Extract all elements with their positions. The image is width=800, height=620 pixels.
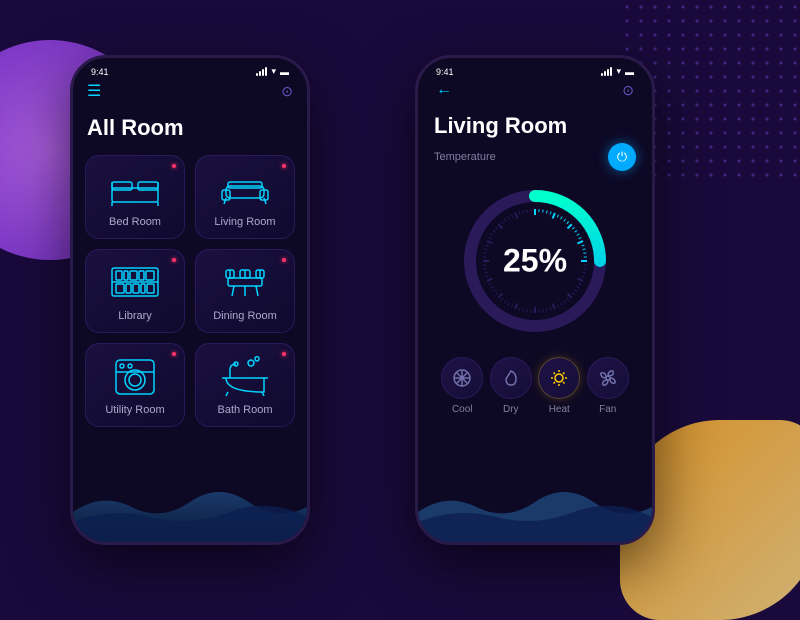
room-card-bedroom[interactable]: Bed Room xyxy=(85,155,185,239)
room-grid: Bed Room Living Room xyxy=(85,155,295,427)
status-icons-left: ▾ ▬ xyxy=(256,66,289,77)
status-icons-right: ▾ ▬ xyxy=(601,66,634,77)
battery-icon: ▬ xyxy=(280,67,289,77)
living-room-screen: ← ⊙ Living Room Temperature ⏻ xyxy=(418,81,652,415)
bathroom-label: Bath Room xyxy=(217,404,272,416)
control-heat[interactable]: Heat xyxy=(538,357,580,415)
heat-label: Heat xyxy=(549,404,570,415)
location-icon[interactable]: ⊙ xyxy=(281,83,293,100)
cool-button[interactable] xyxy=(441,357,483,399)
heat-button[interactable] xyxy=(538,357,580,399)
control-cool[interactable]: Cool xyxy=(441,357,483,415)
battery-icon-right: ▬ xyxy=(625,67,634,77)
bedroom-label: Bed Room xyxy=(109,216,161,228)
utilityroom-label: Utility Room xyxy=(105,404,164,416)
sofa-icon xyxy=(218,168,272,208)
washer-icon xyxy=(108,356,162,396)
control-fan[interactable]: Fan xyxy=(587,357,629,415)
cool-label: Cool xyxy=(452,404,473,415)
status-time-right: 9:41 xyxy=(436,67,454,77)
wave-decoration-right xyxy=(418,482,652,542)
all-room-header: ☰ ⊙ xyxy=(85,81,295,101)
status-time-left: 9:41 xyxy=(91,67,109,77)
dry-label: Dry xyxy=(503,404,519,415)
signal-icon xyxy=(256,68,267,76)
climate-controls: Cool Dry xyxy=(434,357,636,415)
phone-notch-right xyxy=(495,58,575,80)
gauge-container: 25% xyxy=(434,181,636,341)
wifi-icon-right: ▾ xyxy=(616,66,621,77)
diningtable-icon xyxy=(218,262,272,302)
bed-icon xyxy=(108,168,162,208)
wifi-icon: ▾ xyxy=(271,66,276,77)
right-phone: 9:41 ▾ ▬ ← ⊙ Living Room Temperature ⏻ xyxy=(415,55,655,545)
wave-decoration-left xyxy=(73,482,307,542)
menu-icon[interactable]: ☰ xyxy=(87,81,101,101)
gauge-percentage: 25% xyxy=(503,243,567,280)
living-room-title: Living Room xyxy=(434,113,636,139)
temperature-label: Temperature xyxy=(434,151,496,163)
all-room-screen: ☰ ⊙ All Room Bed Ro xyxy=(73,81,307,427)
bathtub-icon xyxy=(218,356,272,396)
power-button[interactable]: ⏻ xyxy=(608,143,636,171)
temperature-row: Temperature ⏻ xyxy=(434,143,636,171)
fan-button[interactable] xyxy=(587,357,629,399)
location-icon-right[interactable]: ⊙ xyxy=(622,82,634,99)
room-card-livingroom[interactable]: Living Room xyxy=(195,155,295,239)
library-label: Library xyxy=(118,310,152,322)
diningroom-label: Dining Room xyxy=(213,310,277,322)
left-phone: 9:41 ▾ ▬ ☰ ⊙ All Room xyxy=(70,55,310,545)
fan-label: Fan xyxy=(599,404,616,415)
living-room-header: ← ⊙ xyxy=(434,81,636,99)
room-card-bathroom[interactable]: Bath Room xyxy=(195,343,295,427)
back-button[interactable]: ← xyxy=(436,81,452,99)
control-dry[interactable]: Dry xyxy=(490,357,532,415)
livingroom-label: Living Room xyxy=(214,216,275,228)
bookshelf-icon xyxy=(108,262,162,302)
room-card-utilityroom[interactable]: Utility Room xyxy=(85,343,185,427)
temperature-gauge: 25% xyxy=(455,181,615,341)
all-room-title: All Room xyxy=(85,115,295,141)
phone-notch xyxy=(150,58,230,80)
dry-button[interactable] xyxy=(490,357,532,399)
room-card-diningroom[interactable]: Dining Room xyxy=(195,249,295,333)
room-card-library[interactable]: Library xyxy=(85,249,185,333)
signal-icon-right xyxy=(601,68,612,76)
